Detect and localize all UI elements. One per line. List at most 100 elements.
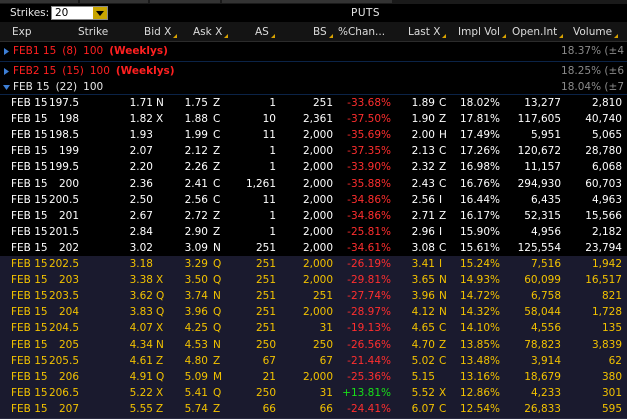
cell-lastx: Z (439, 161, 447, 174)
cell-as: 251 (255, 241, 276, 254)
cell-askx: Q (213, 306, 222, 319)
cell-oi: 4,956 (530, 225, 561, 238)
cell-lastx: I (439, 225, 443, 238)
sort-indicator-icon (442, 34, 447, 38)
cell-bid: 2.84 (129, 225, 153, 238)
cell-askx: C (213, 113, 221, 126)
cell-bidx: Z (156, 402, 164, 415)
expand-triangle-down-icon[interactable] (3, 84, 10, 91)
cell-last: 3.08 (411, 241, 435, 254)
cell-vol: 40,740 (585, 113, 622, 126)
cell-oi: 6,435 (530, 193, 561, 206)
cell-ask: 3.09 (184, 241, 208, 254)
expiry-group-row[interactable]: FEB2 15 (15) 100 (Weeklys) 18.25% (±6 (0, 62, 627, 82)
cell-iv: 17.26% (459, 145, 500, 158)
cell-exp: FEB 15 (11, 338, 48, 351)
chevron-down-icon[interactable] (93, 7, 107, 19)
cell-bid: 3.38 (129, 274, 153, 287)
expiry-group-row[interactable]: FEB 15 (22) 100 18.04% (±7 (0, 80, 627, 95)
col-header-as[interactable]: AS (255, 26, 275, 38)
cell-bid: 5.22 (129, 386, 153, 399)
cell-exp: FEB 15 (11, 241, 48, 254)
top-strip-segment (222, 0, 392, 3)
cell-bid: 1.71 (129, 97, 153, 109)
cell-bs: 2,000 (302, 145, 333, 158)
cell-oi: 78,823 (524, 338, 561, 351)
cell-chg: -24.41% (347, 402, 391, 415)
cell-bs: 67 (319, 354, 333, 367)
cell-askx: C (213, 129, 221, 142)
col-header-strike[interactable]: Strike (78, 26, 108, 38)
col-header-label: Open.Int (512, 26, 558, 38)
cell-oi: 11,157 (524, 161, 561, 174)
cell-iv: 18.02% (459, 97, 500, 109)
cell-vol: 821 (601, 290, 622, 303)
cell-chg: -35.88% (347, 177, 391, 190)
col-header-last[interactable]: Last X (408, 26, 447, 38)
col-header-bid[interactable]: Bid X (144, 26, 178, 38)
cell-lastx: C (439, 145, 447, 158)
expand-triangle-right-icon[interactable] (3, 48, 10, 55)
cell-as: 21 (262, 370, 276, 383)
cell-exp: FEB 15 (11, 145, 48, 158)
cell-lastx: N (439, 290, 447, 303)
cell-iv: 14.10% (459, 322, 500, 335)
col-header-bs[interactable]: BS (313, 26, 333, 38)
cell-chg: -26.56% (347, 338, 391, 351)
cell-lastx: Z (439, 113, 447, 126)
col-header-label: Exp (12, 26, 32, 38)
cell-oi: 7,516 (530, 258, 561, 270)
col-header-impl-vol[interactable]: Impl Vol (458, 26, 506, 38)
col-header-pct-change[interactable]: %Chan... (338, 26, 385, 38)
cell-exp: FEB 15 (11, 386, 48, 399)
cell-oi: 117,605 (517, 113, 561, 126)
cell-last: 1.89 (411, 97, 435, 109)
cell-vol: 3,839 (591, 338, 622, 351)
cell-ask: 2.41 (184, 177, 208, 190)
sort-indicator-icon (270, 34, 275, 38)
cell-chg: +13.81% (342, 386, 391, 399)
expiry-group-implied-move: 18.25% (±6 (561, 65, 624, 77)
option-row[interactable]: FEB 15 207 5.55 Z 5.74 Z 66 66 -24.41% 6.07 C 12.54… (0, 400, 627, 419)
col-header-volume[interactable]: Volume (573, 26, 619, 38)
expand-triangle-right-icon[interactable] (3, 68, 10, 75)
cell-askx: N (213, 241, 221, 254)
cell-iv: 16.76% (459, 177, 500, 190)
expiry-group-exp: FEB2 15 (13, 65, 57, 77)
cell-exp: FEB 15 (11, 258, 48, 270)
cell-ask: 5.09 (184, 370, 208, 383)
cell-ask: 1.99 (184, 129, 208, 142)
expiry-group-label: FEB 15 (22) 100 (13, 81, 109, 93)
cell-exp: FEB 15 (11, 161, 48, 174)
expiry-group-row[interactable]: FEB1 15 (8) 100 (Weeklys) 18.37% (±4 (0, 42, 627, 62)
cell-strike: 206.5 (48, 386, 79, 399)
cell-vol: 23,794 (585, 241, 622, 254)
cell-as: 251 (255, 322, 276, 335)
cell-vol: 16,517 (585, 274, 622, 287)
cell-last: 5.52 (411, 386, 435, 399)
cell-exp: FEB 15 (11, 306, 48, 319)
col-header-open-int[interactable]: Open.Int (512, 26, 564, 38)
cell-bid: 1.82 (129, 113, 153, 126)
cell-bs: 2,000 (302, 177, 333, 190)
cell-askx: Q (213, 322, 222, 335)
cell-iv: 16.17% (459, 209, 500, 222)
sort-indicator-icon (224, 34, 229, 38)
cell-as: 250 (255, 338, 276, 351)
cell-bs: 2,000 (302, 306, 333, 319)
col-header-ask[interactable]: Ask X (193, 26, 229, 38)
cell-strike: 203.5 (48, 290, 79, 303)
cell-exp: FEB 15 (11, 177, 48, 190)
cell-ask: 5.74 (184, 402, 208, 415)
cell-ask: 3.96 (184, 306, 208, 319)
strikes-dropdown[interactable]: 20 (51, 6, 108, 20)
cell-oi: 4,233 (530, 386, 561, 399)
cell-askx: Q (213, 258, 222, 270)
cell-oi: 125,554 (517, 241, 561, 254)
cell-ask: 2.72 (184, 209, 208, 222)
top-strip-segment (150, 0, 220, 3)
cell-oi: 52,315 (524, 209, 561, 222)
cell-oi: 5,951 (530, 129, 561, 142)
col-header-exp[interactable]: Exp (12, 26, 32, 38)
cell-askx: Q (213, 274, 222, 287)
